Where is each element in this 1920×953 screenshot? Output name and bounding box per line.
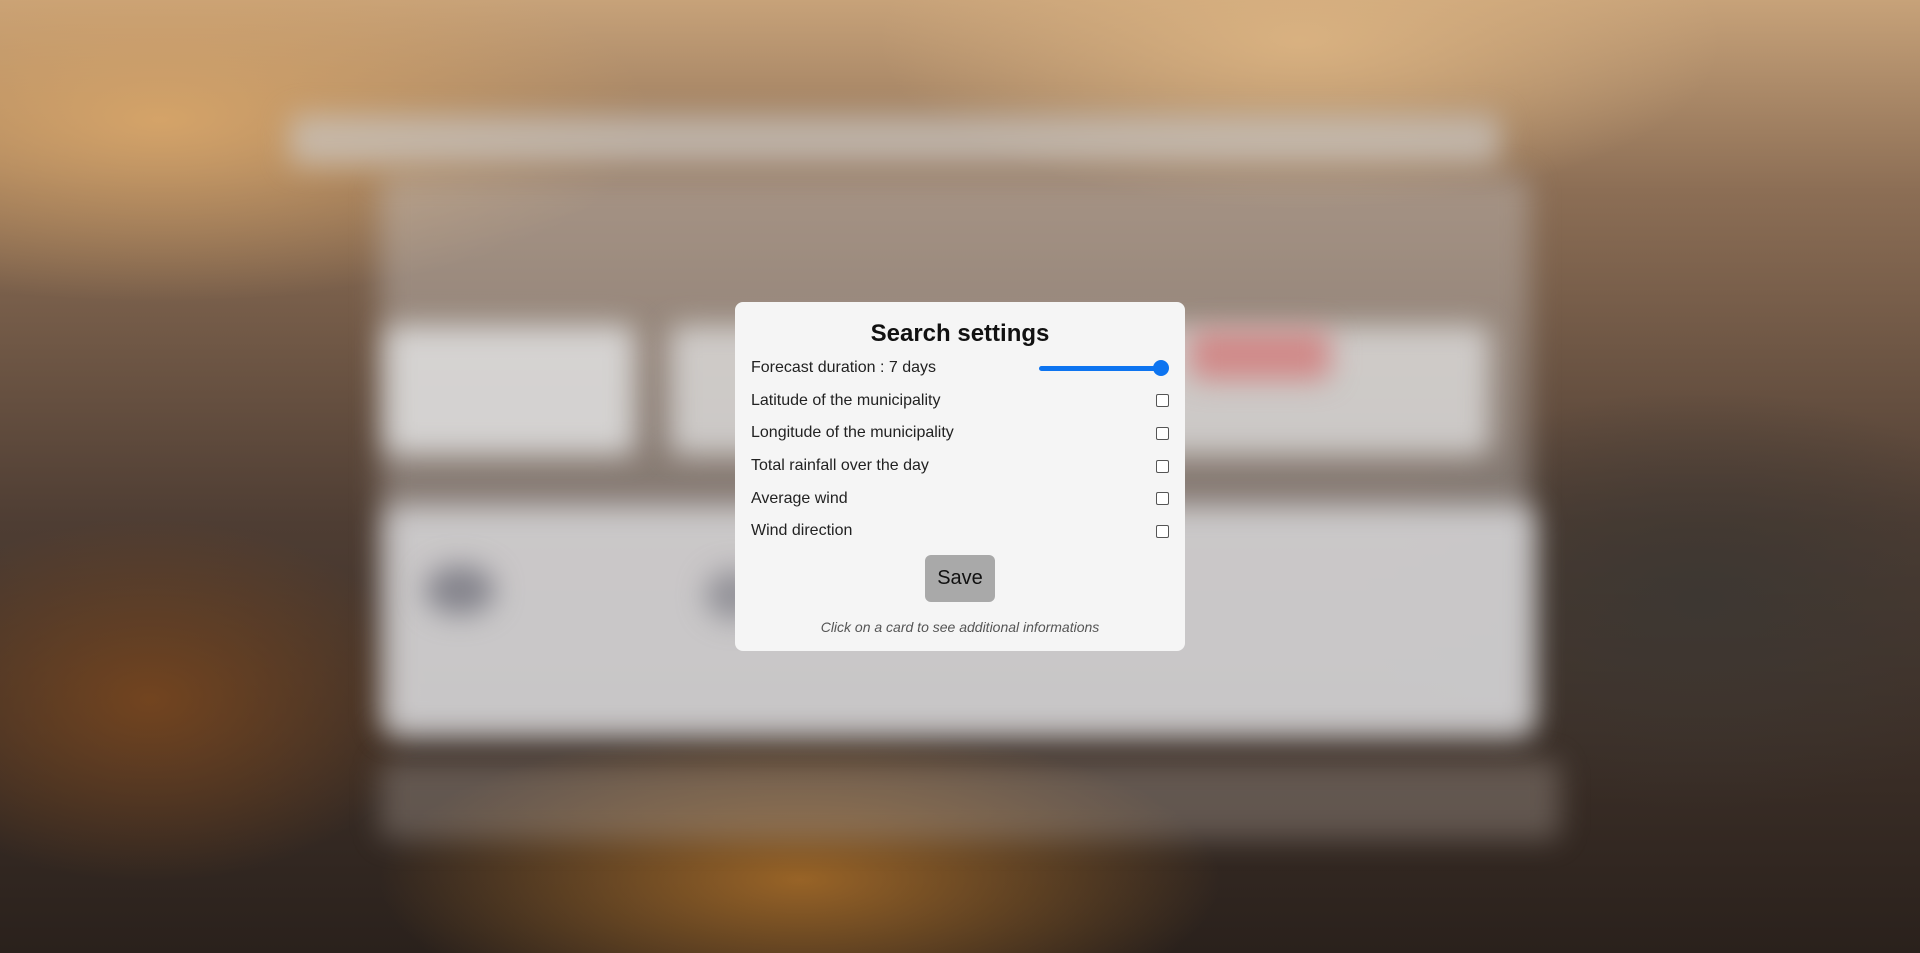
blurred-weather-icon	[425, 565, 495, 615]
modal-title: Search settings	[870, 320, 1050, 347]
slider-thumb[interactable]	[1153, 360, 1169, 377]
wind-direction-checkbox[interactable]	[1156, 524, 1169, 538]
setting-label: Latitude of the municipality	[751, 391, 941, 409]
setting-average-wind: Average wind	[751, 482, 1169, 515]
setting-latitude: Latitude of the municipality	[751, 385, 1169, 418]
card-hint: Click on a card to see additional inform…	[820, 618, 1100, 635]
blurred-search-bar	[290, 115, 1500, 165]
slider-track	[1039, 366, 1163, 372]
setting-label: Total rainfall over the day	[751, 457, 929, 475]
setting-label: Longitude of the municipality	[751, 424, 954, 442]
setting-longitude: Longitude of the municipality	[751, 417, 1169, 450]
setting-label: Forecast duration : 7 days	[751, 359, 936, 377]
setting-label: Wind direction	[751, 522, 853, 540]
blurred-alert	[1190, 330, 1330, 380]
latitude-checkbox[interactable]	[1156, 394, 1169, 408]
setting-label: Average wind	[751, 489, 848, 507]
average-wind-checkbox[interactable]	[1156, 492, 1169, 506]
total-rainfall-checkbox[interactable]	[1156, 459, 1169, 473]
blurred-footer	[380, 760, 1560, 840]
save-button-container: Save	[751, 554, 1169, 602]
blurred-card	[385, 325, 635, 455]
longitude-checkbox[interactable]	[1156, 426, 1169, 440]
setting-wind-direction: Wind direction	[751, 515, 1169, 548]
setting-total-rainfall: Total rainfall over the day	[751, 450, 1169, 483]
search-settings-modal: Search settings Forecast duration : 7 da…	[735, 302, 1185, 651]
setting-forecast-duration: Forecast duration : 7 days	[751, 352, 1169, 385]
forecast-duration-slider[interactable]	[1039, 360, 1169, 377]
save-button[interactable]: Save	[925, 554, 995, 602]
